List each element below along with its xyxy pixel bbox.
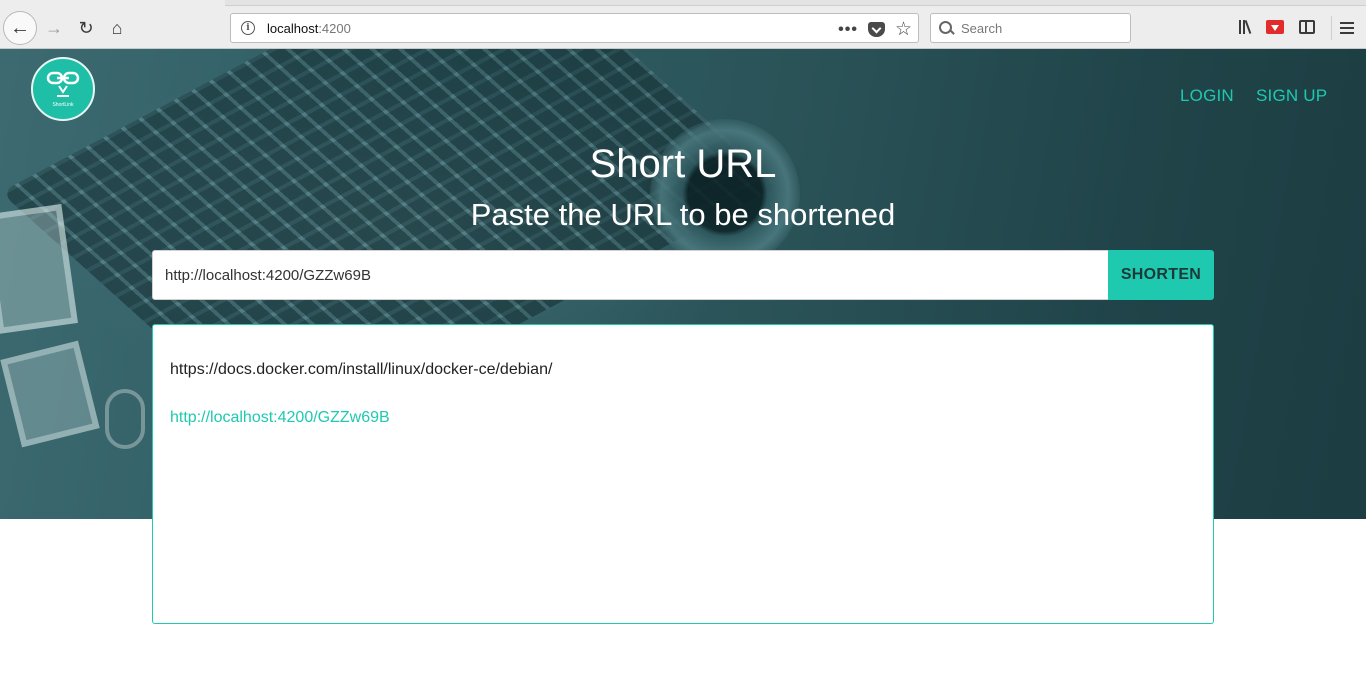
login-link[interactable]: LOGIN (1180, 86, 1234, 106)
page: ShortLink LOGIN SIGN UP Short URL Paste … (0, 49, 1366, 688)
url-port: :4200 (318, 20, 351, 36)
tab-strip (225, 0, 1366, 6)
url-input[interactable] (152, 250, 1109, 300)
link-logo-icon (46, 71, 80, 97)
page-subtitle: Paste the URL to be shortened (470, 197, 896, 232)
reload-icon[interactable]: ↻ (74, 15, 98, 41)
address-bar[interactable]: i localhost:4200 ••• ☆ (230, 13, 919, 43)
save-icon[interactable] (1266, 20, 1284, 34)
toolbar-separator (1331, 16, 1332, 40)
signup-link[interactable]: SIGN UP (1256, 86, 1327, 106)
search-icon (939, 21, 953, 35)
pocket-icon[interactable] (867, 22, 885, 37)
bookmark-star-icon[interactable]: ☆ (895, 18, 912, 41)
logo-text: ShortLink (52, 102, 74, 108)
url-host: localhost (267, 20, 319, 36)
sidebar-icon[interactable] (1299, 20, 1315, 34)
search-bar[interactable]: Search (930, 13, 1131, 43)
page-title: Short URL (589, 142, 777, 186)
result-panel: https://docs.docker.com/install/linux/do… (152, 324, 1214, 624)
short-url-link[interactable]: http://localhost:4200/GZZw69B (170, 409, 390, 427)
info-icon[interactable]: i (241, 21, 255, 35)
background-photo (0, 340, 100, 448)
original-url: https://docs.docker.com/install/linux/do… (170, 361, 553, 378)
back-icon[interactable]: ← (3, 11, 37, 45)
menu-icon[interactable] (1340, 22, 1354, 34)
logo[interactable]: ShortLink (31, 57, 95, 121)
forward-icon[interactable]: → (42, 15, 66, 41)
search-placeholder: Search (961, 20, 1003, 36)
shorten-button[interactable]: SHORTEN (1108, 250, 1214, 300)
more-icon[interactable]: ••• (838, 21, 858, 39)
home-icon[interactable]: ⌂ (104, 15, 130, 41)
background-key (105, 389, 145, 449)
library-icon[interactable] (1235, 17, 1255, 37)
browser-toolbar: ← → ↻ ⌂ i localhost:4200 ••• ☆ Search (0, 0, 1366, 49)
